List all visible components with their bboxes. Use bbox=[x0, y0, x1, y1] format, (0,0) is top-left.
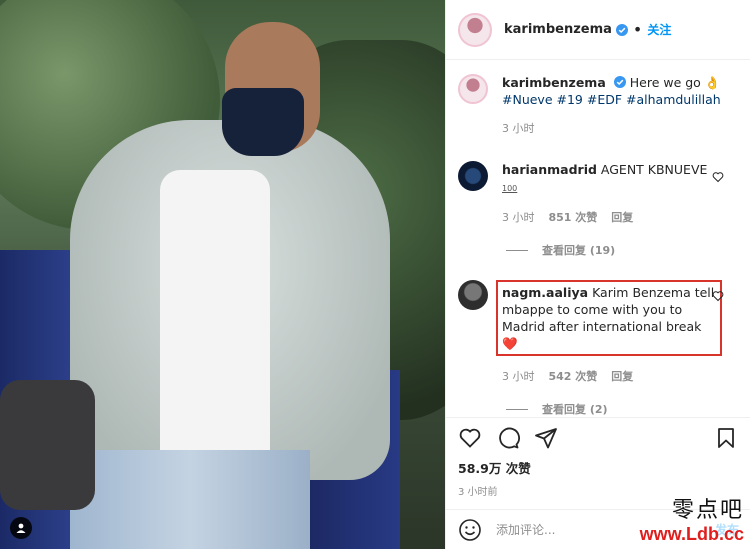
paper-plane-icon[interactable] bbox=[534, 426, 558, 450]
comment-likes[interactable]: 542 次赞 bbox=[549, 368, 598, 385]
post-photo[interactable] bbox=[0, 0, 445, 549]
post-header: karimbenzema • 关注 bbox=[446, 0, 750, 60]
reply-button[interactable]: 回复 bbox=[611, 209, 633, 226]
comment-text: AGENT KBNUEVE bbox=[600, 162, 708, 177]
comment-like-heart-icon[interactable] bbox=[712, 290, 724, 302]
bookmark-icon[interactable] bbox=[714, 426, 738, 450]
post-side-panel: karimbenzema • 关注 karimbenzema Here we g… bbox=[445, 0, 750, 549]
emoji-smile-icon[interactable] bbox=[458, 518, 482, 542]
caption-text: Here we go 👌 bbox=[629, 75, 721, 90]
caption-meta: 3 小时 bbox=[502, 120, 722, 137]
reply-button[interactable]: 回复 bbox=[611, 368, 633, 385]
comment-bubble-icon[interactable] bbox=[496, 426, 520, 450]
replies-divider bbox=[506, 249, 528, 251]
view-replies-button[interactable]: 查看回复 (2) bbox=[506, 401, 738, 417]
photo-face-mask bbox=[222, 88, 304, 156]
comment-body: harianmadrid AGENT KBNUEVE 100 3 小时 851 … bbox=[502, 161, 722, 226]
caption: karimbenzema Here we go 👌 #Nueve #19 #ED… bbox=[458, 74, 738, 137]
comment-item: harianmadrid AGENT KBNUEVE 100 3 小时 851 … bbox=[458, 161, 738, 226]
comments-list[interactable]: karimbenzema Here we go 👌 #Nueve #19 #ED… bbox=[446, 60, 750, 418]
commenter-avatar[interactable] bbox=[458, 280, 488, 310]
caption-username[interactable]: karimbenzema bbox=[502, 75, 606, 90]
commenter-username[interactable]: nagm.aaliya bbox=[502, 285, 588, 300]
comment-meta: 3 小时 542 次赞 回复 bbox=[502, 368, 722, 385]
watermark-chinese: 零点吧 bbox=[671, 498, 744, 523]
view-replies-label: 查看回复 (2) bbox=[542, 403, 608, 416]
instagram-post: karimbenzema • 关注 karimbenzema Here we g… bbox=[0, 0, 750, 549]
comment-body: nagm.aaliya Karim Benzema tell mbappe to… bbox=[496, 280, 722, 385]
comment-likes[interactable]: 851 次赞 bbox=[549, 209, 598, 226]
verified-badge-icon bbox=[615, 23, 628, 36]
verified-badge-icon bbox=[613, 76, 626, 88]
photo-person-shirt bbox=[160, 170, 270, 470]
caption-body: karimbenzema Here we go 👌 #Nueve #19 #ED… bbox=[502, 74, 722, 137]
author-username[interactable]: karimbenzema bbox=[504, 22, 612, 37]
photo-jeans bbox=[70, 450, 310, 549]
heart-icon[interactable] bbox=[458, 426, 482, 450]
comment-badge: 100 bbox=[502, 184, 518, 193]
photo-bag bbox=[0, 380, 95, 510]
commenter-username[interactable]: harianmadrid bbox=[502, 162, 597, 177]
caption-hashtags[interactable]: #Nueve #19 #EDF #alhamdulillah bbox=[502, 92, 721, 107]
comment-time[interactable]: 3 小时 bbox=[502, 368, 535, 385]
comment-like-heart-icon[interactable] bbox=[712, 171, 724, 183]
comment-item-highlighted: nagm.aaliya Karim Benzema tell mbappe to… bbox=[458, 280, 738, 385]
caption-avatar[interactable] bbox=[458, 74, 488, 104]
comment-meta: 3 小时 851 次赞 回复 bbox=[502, 209, 722, 226]
separator-dot: • bbox=[632, 20, 643, 39]
action-bar bbox=[446, 418, 750, 458]
watermark-url: www.Ldb.cc bbox=[639, 524, 744, 544]
view-replies-button[interactable]: 查看回复 (19) bbox=[506, 242, 738, 258]
user-tag-icon[interactable] bbox=[10, 517, 32, 539]
replies-divider bbox=[506, 408, 528, 410]
comment-time[interactable]: 3 小时 bbox=[502, 209, 535, 226]
caption-time[interactable]: 3 小时 bbox=[502, 120, 535, 137]
author-avatar[interactable] bbox=[458, 12, 492, 47]
follow-button[interactable]: 关注 bbox=[647, 21, 671, 38]
commenter-avatar[interactable] bbox=[458, 161, 488, 191]
highlight-box: nagm.aaliya Karim Benzema tell mbappe to… bbox=[496, 280, 722, 356]
view-replies-label: 查看回复 (19) bbox=[542, 244, 616, 257]
likes-count[interactable]: 58.9万 次赞 bbox=[446, 458, 750, 477]
watermark: 零点吧 www.Ldb.cc bbox=[640, 492, 744, 545]
